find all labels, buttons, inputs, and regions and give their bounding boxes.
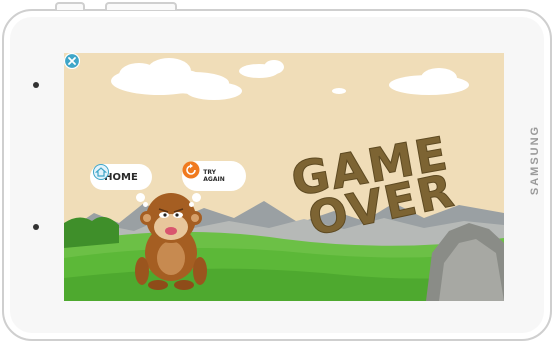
home-icon	[93, 164, 109, 180]
try-again-label: TRY AGAIN	[203, 169, 224, 183]
thought-bubble-dot	[192, 193, 201, 202]
clouds	[111, 58, 469, 100]
tablet-sensor-dot	[33, 82, 39, 88]
retry-icon	[182, 161, 200, 179]
tablet-volume-button	[105, 2, 177, 10]
brand-text: SAMSUNG	[529, 124, 541, 196]
brand-logo: SAMSUNG	[515, 90, 555, 230]
game-screen[interactable]: HOME TRY AGAIN GAME OVER	[64, 53, 504, 301]
close-icon[interactable]	[64, 53, 80, 69]
try-again-button[interactable]: TRY AGAIN	[182, 161, 246, 191]
try-again-label-line1: TRY	[203, 169, 216, 176]
home-label: HOME	[104, 171, 138, 183]
home-button[interactable]: HOME	[90, 164, 152, 190]
tablet-sensor-dot	[33, 224, 39, 230]
thought-bubble-dot	[143, 202, 148, 207]
thought-bubble-dot	[136, 193, 145, 202]
tablet-side-button	[55, 2, 85, 10]
thought-bubble-dot	[189, 202, 194, 207]
try-again-label-line2: AGAIN	[203, 176, 225, 183]
